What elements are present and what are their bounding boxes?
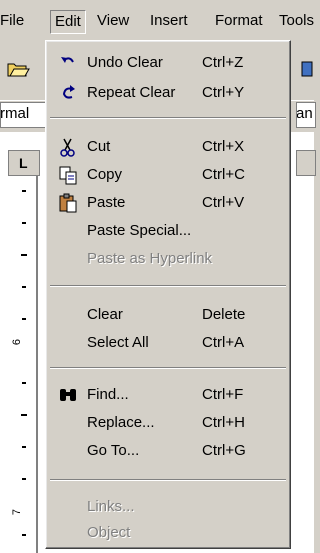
style-dropdown[interactable]: rmal [0, 102, 50, 128]
ruler-tick [22, 382, 26, 384]
menu-bar: File Edit View Insert Format Tools [0, 0, 314, 40]
menu-item-shortcut: Ctrl+F [202, 386, 244, 403]
menu-item-label: Paste as Hyperlink [87, 250, 213, 267]
clipboard-icon [59, 193, 77, 213]
menu-item-paste[interactable]: Paste Ctrl+V [46, 189, 290, 217]
menu-item-undo-clear[interactable]: Undo Clear Ctrl+Z [46, 49, 290, 77]
ruler-tick [21, 414, 27, 416]
ruler-tick [22, 222, 26, 224]
menu-item-label: Undo Clear [87, 54, 163, 71]
menu-file[interactable]: File [0, 12, 24, 29]
ruler-tick [22, 190, 26, 192]
ruler-tick [22, 534, 26, 536]
toolbar-icon-fragment[interactable] [300, 58, 314, 80]
menu-item-paste-as-hyperlink: Paste as Hyperlink [46, 245, 290, 273]
menu-item-label: Repeat Clear [87, 84, 176, 101]
menu-item-links: Links... [46, 493, 290, 521]
ruler-tick [21, 254, 27, 256]
menu-item-shortcut: Ctrl+X [202, 138, 245, 155]
ruler-tick [22, 446, 26, 448]
menu-item-label: Cut [87, 138, 111, 155]
menu-item-label: Object [87, 524, 131, 541]
menu-item-paste-special[interactable]: Paste Special... [46, 217, 290, 245]
ruler-tick [22, 286, 26, 288]
menu-separator [50, 367, 286, 369]
menu-item-shortcut: Ctrl+G [202, 442, 246, 459]
menu-item-shortcut: Ctrl+Y [202, 84, 245, 101]
menu-item-copy[interactable]: Copy Ctrl+C [46, 161, 290, 189]
left-tab-icon: L [19, 155, 28, 171]
menu-item-object: Object [46, 519, 290, 547]
menu-view[interactable]: View [97, 12, 129, 29]
menu-item-replace[interactable]: Replace... Ctrl+H [46, 409, 290, 437]
scissors-icon [60, 138, 75, 157]
copy-icon [59, 166, 77, 185]
menu-separator [50, 479, 286, 481]
menu-item-shortcut: Ctrl+A [202, 334, 245, 351]
menu-edit[interactable]: Edit [50, 10, 86, 34]
undo-icon [61, 57, 74, 63]
menu-item-label: Clear [87, 306, 123, 323]
menu-item-clear[interactable]: Clear Delete [46, 301, 290, 329]
ruler-tick [22, 318, 26, 320]
open-folder-icon[interactable] [6, 58, 30, 80]
menu-item-label: Copy [87, 166, 123, 183]
ruler-tick [22, 478, 26, 480]
ruler-number: 7 [11, 508, 24, 516]
menu-item-select-all[interactable]: Select All Ctrl+A [46, 329, 290, 357]
menu-format[interactable]: Format [215, 12, 263, 29]
menu-item-shortcut: Ctrl+Z [202, 54, 244, 71]
menu-item-label: Paste Special... [87, 222, 192, 239]
tab-selector[interactable]: L [8, 150, 40, 176]
vertical-ruler[interactable]: 6 7 [0, 150, 38, 553]
menu-item-shortcut: Ctrl+H [202, 414, 245, 431]
font-value: an [296, 105, 313, 122]
menu-item-label: Find... [87, 386, 129, 403]
menu-separator [50, 117, 286, 119]
menu-insert[interactable]: Insert [150, 12, 188, 29]
redo-icon [62, 85, 75, 99]
menu-item-label: Paste [87, 194, 126, 211]
edit-menu: Undo Clear Ctrl+Z Repeat Clear Ctrl+Y Cu… [45, 40, 291, 549]
menu-item-label: Replace... [87, 414, 155, 431]
menu-item-label: Go To... [87, 442, 140, 459]
ruler-fragment [296, 150, 316, 176]
menu-item-find[interactable]: Find... Ctrl+F [46, 381, 290, 409]
menu-separator [50, 285, 286, 287]
menu-item-label: Links... [87, 498, 135, 515]
menu-item-shortcut: Ctrl+C [202, 166, 245, 183]
menu-item-cut[interactable]: Cut Ctrl+X [46, 133, 290, 161]
menu-item-shortcut: Ctrl+V [202, 194, 245, 211]
menu-item-shortcut: Delete [202, 306, 246, 323]
menu-tools[interactable]: Tools [279, 12, 314, 29]
menu-item-go-to[interactable]: Go To... Ctrl+G [46, 437, 290, 465]
menu-item-repeat-clear[interactable]: Repeat Clear Ctrl+Y [46, 79, 290, 107]
menu-item-label: Select All [87, 334, 149, 351]
style-value: rmal [0, 105, 30, 122]
binoculars-icon [60, 389, 76, 401]
ruler-number: 6 [11, 338, 24, 346]
font-dropdown[interactable]: an [296, 102, 316, 128]
